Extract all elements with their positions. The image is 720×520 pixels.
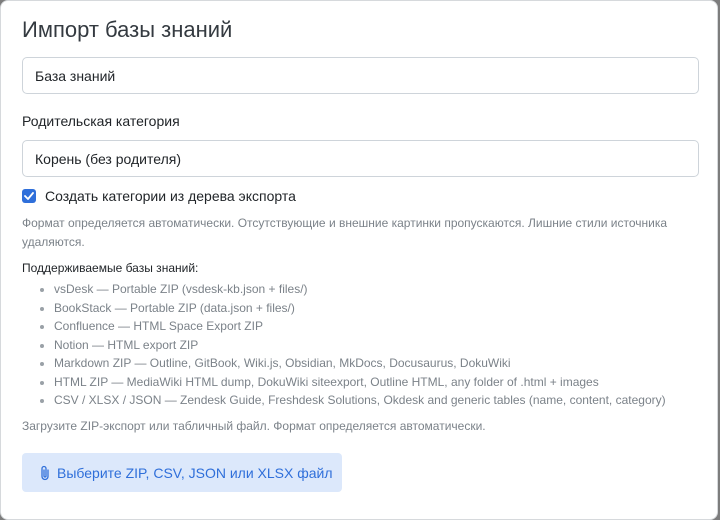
list-item: Confluence — HTML Space Export ZIP <box>54 317 666 336</box>
supported-kb-title: Поддерживаемые базы знаний: <box>22 261 199 275</box>
format-hint: Формат определяется автоматически. Отсут… <box>22 216 668 249</box>
parent-category-label: Родительская категория <box>22 113 180 129</box>
create-categories-label: Создать категории из дерева экспорта <box>45 188 296 204</box>
parent-category-select[interactable]: Корень (без родителя) <box>22 140 699 177</box>
check-icon <box>24 192 34 200</box>
choose-file-button[interactable]: Выберите ZIP, CSV, JSON или XLSX файл <box>22 453 342 492</box>
paperclip-icon <box>39 465 51 481</box>
kb-name-value: База знаний <box>35 67 116 84</box>
create-categories-checkbox[interactable] <box>22 189 36 203</box>
supported-kb-list: vsDesk — Portable ZIP (vsdesk-kb.json + … <box>22 280 666 410</box>
parent-category-value: Корень (без родителя) <box>35 150 181 167</box>
list-item: Notion — HTML export ZIP <box>54 336 666 355</box>
upload-hint: Загрузите ZIP-экспорт или табличный файл… <box>22 419 486 433</box>
list-item: vsDesk — Portable ZIP (vsdesk-kb.json + … <box>54 280 666 299</box>
list-item: Markdown ZIP — Outline, GitBook, Wiki.js… <box>54 354 666 373</box>
list-item: HTML ZIP — MediaWiki HTML dump, DokuWiki… <box>54 373 666 392</box>
import-kb-dialog: Импорт базы знаний База знаний Родительс… <box>0 0 718 520</box>
choose-file-label: Выберите ZIP, CSV, JSON или XLSX файл <box>57 464 333 481</box>
list-item: CSV / XLSX / JSON — Zendesk Guide, Fresh… <box>54 391 666 410</box>
create-categories-option[interactable]: Создать категории из дерева экспорта <box>22 188 296 204</box>
dialog-title: Импорт базы знаний <box>22 17 233 42</box>
list-item: BookStack — Portable ZIP (data.json + fi… <box>54 299 666 318</box>
kb-name-input[interactable]: База знаний <box>22 57 699 94</box>
